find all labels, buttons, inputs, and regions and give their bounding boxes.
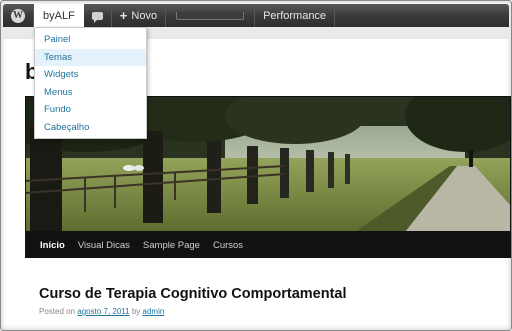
post-date-link[interactable]: agosto 7, 2011 bbox=[77, 307, 129, 316]
plus-icon: + bbox=[119, 8, 128, 23]
by-label: by bbox=[131, 307, 141, 316]
posted-on-label: Posted on bbox=[39, 307, 76, 316]
performance-menu[interactable]: Performance bbox=[254, 4, 336, 27]
speech-bubble-icon bbox=[91, 11, 103, 23]
performance-label: Performance bbox=[263, 9, 327, 22]
nav-item-sample-page[interactable]: Sample Page bbox=[143, 240, 200, 251]
submenu-item-menus[interactable]: Menus bbox=[35, 84, 146, 102]
submenu-item-cabecalho[interactable]: Cabeçalho bbox=[35, 119, 146, 137]
post-meta: Posted on agosto 7, 2011 by admin bbox=[39, 307, 164, 316]
comments-menu[interactable] bbox=[84, 4, 112, 27]
nav-item-inicio[interactable]: Início bbox=[40, 240, 65, 251]
main-navigation: Início Visual Dicas Sample Page Cursos bbox=[25, 232, 511, 258]
site-submenu: Painel Temas Widgets Menus Fundo Cabeçal… bbox=[34, 27, 147, 139]
new-label: Novo bbox=[131, 9, 158, 22]
wordpress-logo-icon: W bbox=[11, 8, 25, 23]
wp-logo-menu[interactable]: W bbox=[3, 4, 34, 27]
admin-bar: W byALF + Novo Performance bbox=[3, 4, 509, 27]
admin-search-input[interactable] bbox=[176, 11, 245, 20]
site-name-menu[interactable]: byALF bbox=[34, 4, 84, 27]
submenu-item-temas[interactable]: Temas bbox=[35, 48, 146, 66]
post-title[interactable]: Curso de Terapia Cognitivo Comportamenta… bbox=[39, 286, 347, 302]
submenu-item-painel[interactable]: Painel bbox=[35, 31, 146, 49]
submenu-item-fundo[interactable]: Fundo bbox=[35, 101, 146, 119]
post-author-link[interactable]: admin bbox=[143, 307, 165, 316]
site-name-label: byALF bbox=[43, 9, 75, 22]
nav-item-cursos[interactable]: Cursos bbox=[213, 240, 243, 251]
browser-frame: W byALF + Novo Performance Painel Temas … bbox=[0, 0, 512, 331]
nav-item-visual-dicas[interactable]: Visual Dicas bbox=[78, 240, 130, 251]
new-content-menu[interactable]: + Novo bbox=[112, 4, 167, 27]
submenu-item-widgets[interactable]: Widgets bbox=[35, 66, 146, 84]
